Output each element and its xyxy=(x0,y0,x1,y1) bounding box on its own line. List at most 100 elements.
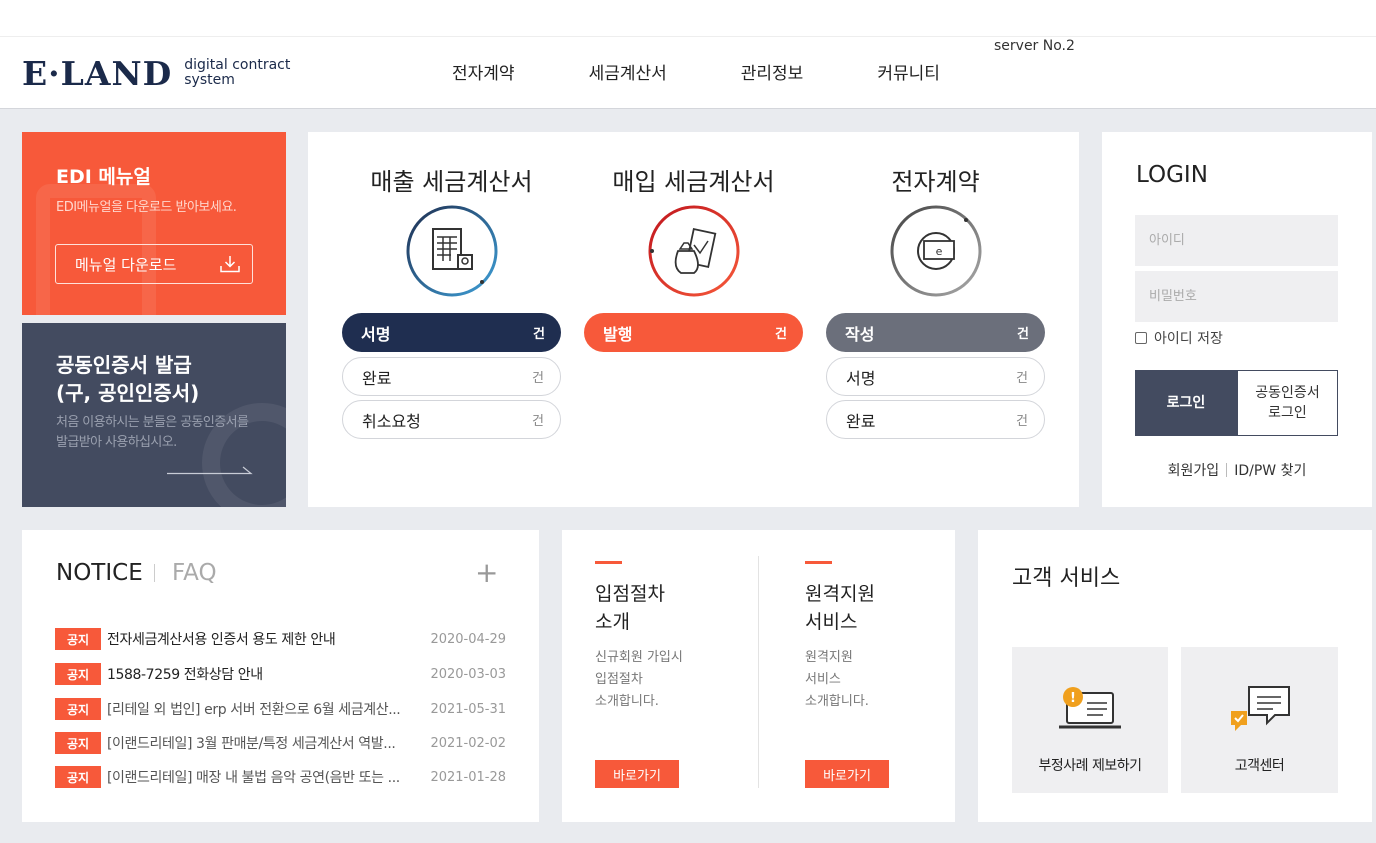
remote-desc-line1: 원격지원 xyxy=(805,650,853,665)
sales-complete-pill[interactable]: 완료 건 xyxy=(342,357,561,396)
login-links: 회원가입 ID/PW 찾기 xyxy=(1102,460,1372,480)
notice-title[interactable]: 1588-7259 전화상담 안내 xyxy=(107,664,417,684)
onboarding-desc-line2: 입점절차 xyxy=(595,672,643,687)
certificate-title-line2: (구, 공인인증서) xyxy=(56,381,200,405)
pill-count: 건 xyxy=(533,327,545,342)
more-plus-icon[interactable]: + xyxy=(475,556,498,589)
remote-support-go-button[interactable]: 바로가기 xyxy=(805,760,889,788)
logo-wordmark: E·LAND xyxy=(22,53,173,93)
nav-item-tax-invoice[interactable]: 세금계산서 xyxy=(589,59,667,84)
certificate-login-line2: 로그인 xyxy=(1268,405,1307,421)
notice-title[interactable]: [이랜드리테일] 매장 내 불법 음악 공연(음반 또는 ... xyxy=(107,767,417,787)
certificate-login-label: 공동인증서 로그인 xyxy=(1255,383,1319,423)
contract-complete-pill[interactable]: 완료 건 xyxy=(826,400,1045,439)
remote-desc-line3: 소개합니다. xyxy=(805,694,869,709)
notice-row[interactable]: 공지 [이랜드리테일] 3월 판매분/특정 세금계산서 역발... 2021-0… xyxy=(55,732,506,754)
onboarding-desc-line1: 신규회원 가입시 xyxy=(595,650,683,665)
intro-divider xyxy=(758,556,759,788)
signup-link[interactable]: 회원가입 xyxy=(1168,460,1220,480)
server-label: server No.2 xyxy=(994,38,1075,54)
pill-count: 건 xyxy=(775,327,787,342)
login-button[interactable]: 로그인 xyxy=(1135,370,1237,436)
remote-support-title-line2: 서비스 xyxy=(805,611,858,633)
onboarding-description: 신규회원 가입시 입점절차 소개합니다. xyxy=(595,647,683,713)
customer-service-panel: 고객 서비스 ! 부정사례 제보하기 고객센터 xyxy=(978,530,1372,822)
certificate-login-button[interactable]: 공동인증서 로그인 xyxy=(1237,370,1338,436)
download-icon xyxy=(220,256,240,273)
sales-tax-invoice-title: 매출 세금계산서 xyxy=(370,168,533,196)
accent-bar xyxy=(595,561,622,564)
notice-badge: 공지 xyxy=(55,766,101,788)
header: E·LAND digital contract system 전자계약 세금계산… xyxy=(0,36,1376,109)
save-id-checkbox[interactable]: 아이디 저장 xyxy=(1135,328,1223,348)
notice-date: 2020-04-29 xyxy=(430,631,506,647)
svg-text:!: ! xyxy=(1070,691,1076,706)
main-nav: 전자계약 세금계산서 관리정보 커뮤니티 xyxy=(452,59,940,84)
certificate-title-line1: 공동인증서 발급 xyxy=(56,353,192,377)
tab-faq[interactable]: FAQ xyxy=(172,560,217,586)
notice-title[interactable]: [리테일 외 법인] erp 서버 전환으로 6월 세금계산... xyxy=(107,699,417,719)
logo-subtitle-line1: digital contract xyxy=(184,57,291,73)
edi-title: EDI 메뉴얼 xyxy=(56,166,151,188)
manual-download-label: 메뉴얼 다운로드 xyxy=(75,255,177,274)
intro-panel: 입점절차 소개 신규회원 가입시 입점절차 소개합니다. 바로가기 원격지원 서… xyxy=(562,530,955,822)
e-contract-title: 전자계약 xyxy=(891,168,980,196)
customer-center-label: 고객센터 xyxy=(1234,758,1285,774)
remote-desc-line2: 서비스 xyxy=(805,672,841,687)
login-title: LOGIN xyxy=(1136,162,1208,188)
purchase-issue-pill[interactable]: 발행 건 xyxy=(584,313,803,352)
checkbox-icon[interactable] xyxy=(1135,332,1147,344)
find-id-pw-link[interactable]: ID/PW 찾기 xyxy=(1234,460,1306,480)
manual-download-button[interactable]: 메뉴얼 다운로드 xyxy=(55,244,253,284)
report-fraud-label: 부정사례 제보하기 xyxy=(1038,758,1143,774)
remote-support-description: 원격지원 서비스 소개합니다. xyxy=(805,647,869,713)
chat-bubble-icon xyxy=(1230,686,1290,731)
contract-draft-pill[interactable]: 작성 건 xyxy=(826,313,1045,352)
pill-label: 완료 xyxy=(362,368,392,388)
notice-badge: 공지 xyxy=(55,698,101,720)
nav-item-management[interactable]: 관리정보 xyxy=(741,59,804,84)
notice-row[interactable]: 공지 1588-7259 전화상담 안내 2020-03-03 xyxy=(55,663,506,685)
sales-cancel-request-pill[interactable]: 취소요청 건 xyxy=(342,400,561,439)
pill-label: 서명 xyxy=(846,368,876,388)
logo-subtitle: digital contract system xyxy=(184,58,290,88)
customer-center-button[interactable]: 고객센터 xyxy=(1181,647,1338,793)
edi-manual-banner: EDI 메뉴얼 EDI메뉴얼을 다운로드 받아보세요. 메뉴얼 다운로드 xyxy=(22,132,286,315)
laptop-alert-icon: ! xyxy=(1059,687,1121,729)
report-fraud-button[interactable]: ! 부정사례 제보하기 xyxy=(1012,647,1168,793)
tab-notice[interactable]: NOTICE xyxy=(56,560,143,586)
id-input[interactable] xyxy=(1135,215,1338,266)
nav-item-community[interactable]: 커뮤니티 xyxy=(877,59,940,84)
password-input[interactable] xyxy=(1135,271,1338,322)
certificate-description: 처음 이용하시는 분들은 공동인증서를 발급받아 사용하십시오. xyxy=(56,415,249,450)
notice-row[interactable]: 공지 전자세금계산서용 인증서 용도 제한 안내 2020-04-29 xyxy=(55,628,506,650)
notice-title[interactable]: [이랜드리테일] 3월 판매분/특정 세금계산서 역발... xyxy=(107,733,417,753)
notice-row[interactable]: 공지 [리테일 외 법인] erp 서버 전환으로 6월 세금계산... 202… xyxy=(55,698,506,720)
notice-row[interactable]: 공지 [이랜드리테일] 매장 내 불법 음악 공연(음반 또는 ... 2021… xyxy=(55,766,506,788)
onboarding-go-button[interactable]: 바로가기 xyxy=(595,760,679,788)
pill-count: 건 xyxy=(532,371,544,386)
notice-badge: 공지 xyxy=(55,732,101,754)
notice-date: 2021-05-31 xyxy=(430,701,506,717)
link-divider xyxy=(1226,463,1228,477)
customer-service-title: 고객 서비스 xyxy=(1012,566,1121,591)
pill-label: 발행 xyxy=(603,324,633,344)
certificate-banner[interactable]: 공동인증서 발급 (구, 공인인증서) 처음 이용하시는 분들은 공동인증서를 … xyxy=(22,323,286,507)
nav-item-contract[interactable]: 전자계약 xyxy=(452,59,515,84)
certificate-login-line1: 공동인증서 xyxy=(1255,385,1320,401)
notice-badge: 공지 xyxy=(55,663,101,685)
svg-text:e: e xyxy=(936,245,943,258)
notice-date: 2020-03-03 xyxy=(430,666,506,682)
notice-title[interactable]: 전자세금계산서용 인증서 용도 제한 안내 xyxy=(107,629,417,649)
pill-count: 건 xyxy=(1016,414,1028,429)
pill-label: 취소요청 xyxy=(362,411,421,431)
pill-count: 건 xyxy=(532,414,544,429)
pill-label: 작성 xyxy=(845,324,875,344)
remote-support-title: 원격지원 서비스 xyxy=(805,580,875,636)
save-id-label: 아이디 저장 xyxy=(1154,331,1223,347)
logo[interactable]: E·LAND digital contract system xyxy=(22,53,290,93)
onboarding-title-line2: 소개 xyxy=(595,611,630,633)
sales-sign-pill[interactable]: 서명 건 xyxy=(342,313,561,352)
contract-sign-pill[interactable]: 서명 건 xyxy=(826,357,1045,396)
onboarding-title-line1: 입점절차 xyxy=(595,583,665,605)
